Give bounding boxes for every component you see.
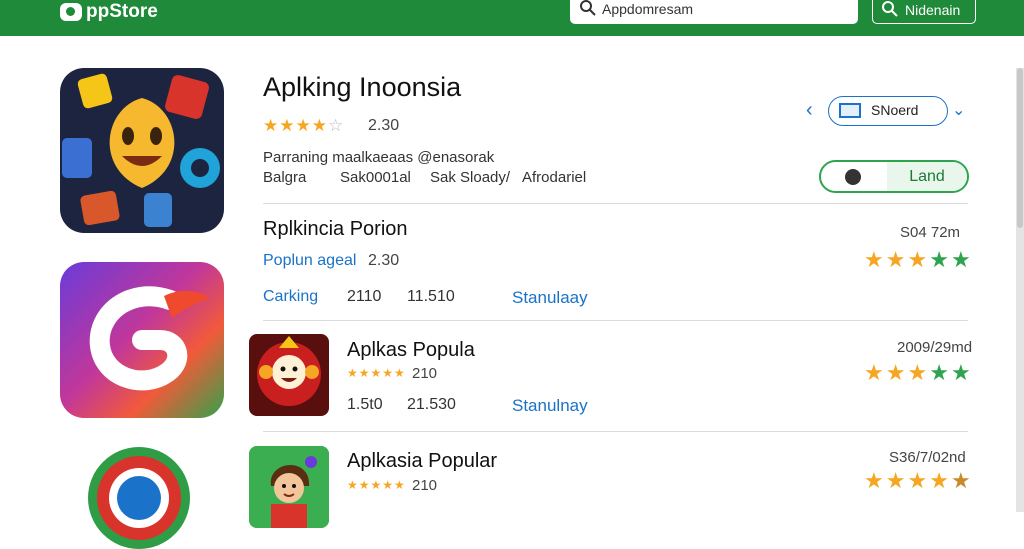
- star-icon: ★: [950, 247, 973, 272]
- star-icon: ★: [950, 360, 973, 385]
- chevron-down-icon[interactable]: ⌄: [952, 100, 965, 120]
- search-button[interactable]: Nidenain: [872, 0, 976, 24]
- star-icon: ★: [864, 247, 886, 272]
- app-rating-stars-small: ★★★★★: [347, 478, 406, 492]
- search-button-label: Nidenain: [905, 2, 961, 18]
- app-link[interactable]: Stanulnay: [512, 396, 588, 416]
- star-icon: ★: [885, 468, 908, 493]
- app-rating-stars: ★★★★★: [864, 468, 973, 494]
- star-icon: ★: [950, 468, 973, 493]
- toggle-switch[interactable]: [821, 162, 889, 191]
- search-icon: [882, 1, 898, 17]
- browser-logo-icon: [97, 456, 181, 540]
- app-rating-stars: ★★★★★: [864, 360, 973, 386]
- featured-rating-stars: ★★★★☆: [263, 116, 345, 135]
- app-name: ppStore: [86, 1, 158, 22]
- app-rating-stars: ★★★★★: [864, 247, 973, 273]
- divider: [263, 431, 968, 432]
- divider: [263, 203, 968, 204]
- featured-meta-item: Sak0001al: [340, 169, 411, 186]
- app-stat: 1.5t0: [347, 396, 383, 413]
- star-icon: ★: [907, 468, 930, 493]
- app-subtitle[interactable]: Poplun ageal: [263, 252, 356, 270]
- featured-rating-value: 2.30: [368, 117, 400, 134]
- version-select[interactable]: SNoerd: [828, 96, 948, 126]
- app-title[interactable]: Rplkincia Porion: [263, 218, 408, 241]
- top-bar: ppStore Appdomresam Nidenain: [0, 0, 1024, 36]
- window-icon: [839, 103, 861, 118]
- swirl-logo-icon: [89, 286, 210, 391]
- app-link[interactable]: Stanulaay: [512, 288, 588, 308]
- star-icon: ★: [929, 360, 951, 385]
- app-stat: 21.530: [407, 396, 456, 413]
- chevron-left-icon[interactable]: ‹: [806, 99, 813, 122]
- second-app-icon[interactable]: [60, 262, 224, 418]
- star-icon: ★: [907, 247, 930, 272]
- app-right-meta: S36/7/02nd: [889, 449, 966, 466]
- app-title[interactable]: Aplkasia Popular: [347, 450, 497, 473]
- app-logo[interactable]: ppStore: [60, 0, 158, 24]
- star-icon: ★: [907, 360, 930, 385]
- search-input[interactable]: Appdomresam: [570, 0, 858, 24]
- featured-app-title: Aplking Inoonsia: [263, 72, 462, 102]
- app-stat: 11.510: [407, 288, 455, 305]
- star-icon: ★: [929, 247, 951, 272]
- app-icon[interactable]: [249, 446, 329, 528]
- character-icon: [249, 446, 329, 528]
- mascot-icon: [257, 336, 321, 406]
- install-toggle[interactable]: Land: [819, 160, 969, 193]
- app-rating-value: 210: [412, 365, 438, 382]
- app-stat: 2110: [347, 288, 382, 305]
- star-icon: ★: [929, 468, 951, 493]
- app-category[interactable]: Carking: [263, 288, 318, 306]
- app-title[interactable]: Aplkas Popula: [347, 339, 475, 362]
- app-right-meta: 2009/29md: [897, 339, 973, 356]
- third-app-icon[interactable]: [88, 447, 190, 549]
- install-label: Land: [887, 162, 967, 191]
- search-value: Appdomresam: [602, 1, 694, 17]
- star-icon: ★: [885, 360, 908, 385]
- emoji-game-icon: [62, 73, 220, 227]
- divider: [263, 320, 968, 321]
- store-logo-icon: [60, 3, 82, 21]
- scrollbar-thumb[interactable]: [1017, 68, 1023, 228]
- featured-meta-item: Balgra: [263, 169, 307, 186]
- app-rating-stars-small: ★★★★★: [347, 366, 406, 380]
- star-icon: ★: [864, 360, 886, 385]
- scrollbar[interactable]: [1016, 68, 1024, 512]
- app-rating-value: 210: [412, 477, 438, 494]
- app-icon[interactable]: [249, 334, 329, 416]
- featured-app-icon[interactable]: [60, 68, 224, 233]
- app-right-meta: S04 72m: [900, 224, 961, 241]
- featured-meta-line: Parraning maalkaeaas @enasorak: [263, 149, 495, 166]
- featured-meta-item: Afrodariel: [522, 169, 587, 186]
- featured-meta-item: Sak Sloady/: [430, 169, 511, 186]
- app-rating-value: 2.30: [368, 252, 400, 269]
- search-icon: [580, 0, 596, 16]
- star-icon: ★: [864, 468, 886, 493]
- star-icon: ★: [885, 247, 908, 272]
- toggle-knob: [845, 169, 861, 185]
- version-select-label: SNoerd: [871, 102, 919, 118]
